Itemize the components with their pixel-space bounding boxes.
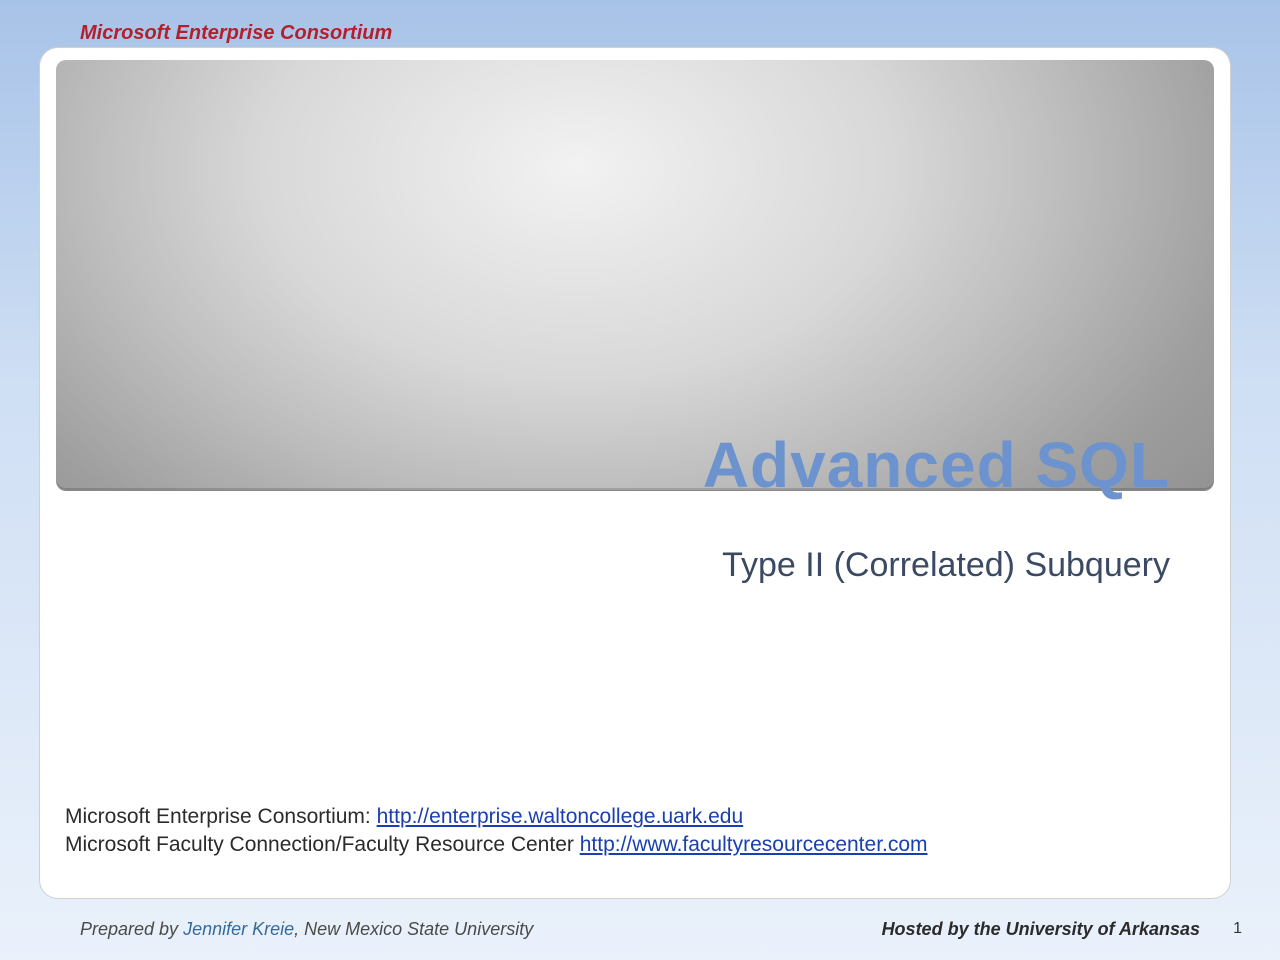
org-header: Microsoft Enterprise Consortium bbox=[80, 22, 392, 45]
ref-line-2: Microsoft Faculty Connection/Faculty Res… bbox=[65, 831, 928, 858]
hero-gradient bbox=[56, 60, 1214, 490]
slide-subtitle: Type II (Correlated) Subquery bbox=[722, 546, 1170, 585]
page-number: 1 bbox=[1233, 920, 1242, 938]
footer-prepared: Prepared by Jennifer Kreie, New Mexico S… bbox=[80, 919, 533, 940]
footer-hosted: Hosted by the University of Arkansas bbox=[882, 919, 1200, 940]
prepared-author: Jennifer Kreie bbox=[183, 919, 294, 939]
ref-line-1: Microsoft Enterprise Consortium: http://… bbox=[65, 803, 928, 830]
ref2-prefix: Microsoft Faculty Connection/Faculty Res… bbox=[65, 833, 580, 856]
slide-page: Microsoft Enterprise Consortium Advanced… bbox=[0, 0, 1280, 960]
prepared-prefix: Prepared by bbox=[80, 919, 183, 939]
slide-card: Advanced SQL Type II (Correlated) Subque… bbox=[40, 48, 1230, 898]
reference-block: Microsoft Enterprise Consortium: http://… bbox=[65, 803, 928, 858]
ref1-prefix: Microsoft Enterprise Consortium: bbox=[65, 805, 377, 828]
slide-title: Advanced SQL bbox=[703, 428, 1170, 502]
prepared-suffix: , New Mexico State University bbox=[294, 919, 533, 939]
footer-bar: Prepared by Jennifer Kreie, New Mexico S… bbox=[0, 919, 1280, 940]
ref2-link[interactable]: http://www.facultyresourcecenter.com bbox=[580, 833, 928, 856]
ref1-link[interactable]: http://enterprise.waltoncollege.uark.edu bbox=[377, 805, 744, 828]
